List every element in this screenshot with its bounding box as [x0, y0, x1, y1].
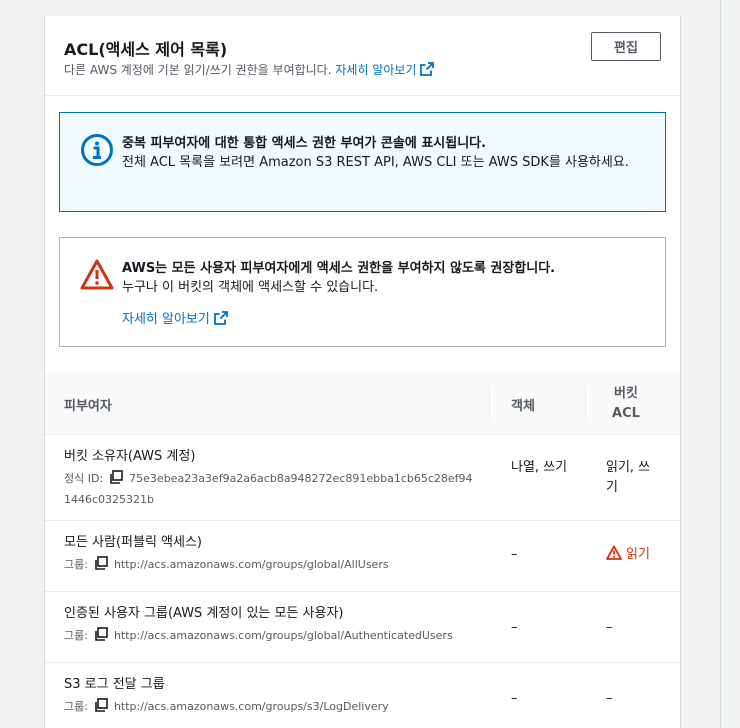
panel-header: ACL(액세스 제어 목록) 다른 AWS 계정에 기본 읽기/쓰기 권한을 부…: [45, 16, 680, 96]
subtitle-text: 다른 AWS 계정에 기본 읽기/쓰기 권한을 부여합니다.: [64, 63, 332, 77]
bucket-acl-label: 읽기: [626, 547, 650, 562]
column-divider: [585, 385, 586, 421]
copy-icon[interactable]: [109, 470, 123, 484]
info-alert: 중복 피부여자에 대한 통합 액세스 권한 부여가 콘솔에 표시됩니다. 전체 …: [59, 112, 666, 212]
warning-alert-title: AWS는 모든 사용자 피부여자에게 액세스 권한을 부여하지 않도록 권장합니…: [122, 261, 556, 276]
table-row: 버킷 소유자(AWS 계정) 정식 ID: 75e3ebea23a3ef9a2a6…: [45, 435, 680, 521]
bucket-acl-permission: –: [606, 691, 613, 706]
learn-more-label: 자세히 알아보기: [335, 63, 417, 77]
meta-label: 그룹:: [64, 700, 88, 713]
grantee-table: 피부여자 객체 버킷 ACL 버킷 소유자(AWS 계정) 정식 ID: 75e3…: [45, 371, 680, 728]
meta-label: 그룹:: [64, 558, 88, 571]
info-alert-body: 전체 ACL 목록을 보려면 Amazon S3 REST API, AWS C…: [122, 155, 629, 170]
warning-alert-body: 누구나 이 버킷의 객체에 액세스할 수 있습니다.: [122, 280, 379, 295]
warning-icon: [606, 545, 622, 560]
grantee-uri: 그룹: http://acs.amazonaws.com/groups/s3/Lo…: [64, 696, 389, 717]
warning-alert: AWS는 모든 사용자 피부여자에게 액세스 권한을 부여하지 않도록 권장합니…: [59, 237, 666, 347]
table-row: 인증된 사용자 그룹(AWS 계정이 있는 모든 사용자) 그룹: http://…: [45, 592, 680, 663]
table-row: 모든 사람(퍼블릭 액세스) 그룹: http://acs.amazonaws.c…: [45, 521, 680, 592]
meta-value: http://acs.amazonaws.com/groups/global/A…: [113, 558, 389, 571]
grantee-name: 버킷 소유자(AWS 계정): [64, 449, 196, 464]
table-header: 피부여자 객체 버킷 ACL: [45, 371, 680, 435]
info-alert-title: 중복 피부여자에 대한 통합 액세스 권한 부여가 콘솔에 표시됩니다.: [122, 136, 487, 151]
header-objects: 객체: [511, 399, 535, 414]
external-link-icon: [420, 62, 435, 76]
page-right-rail: [720, 0, 721, 728]
header-bucket-acl: 버킷 ACL: [612, 386, 640, 421]
copy-icon[interactable]: [94, 698, 108, 712]
bucket-acl-permission: –: [606, 620, 613, 635]
copy-icon[interactable]: [94, 627, 108, 641]
bucket-acl-permission: 읽기, 쓰기: [606, 460, 651, 495]
grantee-uri: 그룹: http://acs.amazonaws.com/groups/globa…: [64, 625, 453, 646]
grantee-name: 인증된 사용자 그룹(AWS 계정이 있는 모든 사용자): [64, 606, 344, 621]
table-row: S3 로그 전달 그룹 그룹: http://acs.amazonaws.com/…: [45, 663, 680, 728]
info-icon: [81, 134, 113, 166]
learn-more-link[interactable]: 자세히 알아보기: [335, 62, 435, 77]
column-divider: [489, 385, 490, 421]
copy-icon[interactable]: [94, 556, 108, 570]
meta-label: 그룹:: [64, 629, 88, 642]
grantee-uri: 그룹: http://acs.amazonaws.com/groups/globa…: [64, 554, 389, 575]
panel-title: ACL(액세스 제어 목록): [64, 40, 228, 59]
bucket-acl-permission: 읽기: [606, 545, 650, 565]
grantee-name: S3 로그 전달 그룹: [64, 677, 165, 692]
objects-permission: –: [511, 547, 518, 562]
header-grantee: 피부여자: [64, 399, 112, 414]
edit-button[interactable]: 편집: [591, 32, 661, 61]
acl-panel: ACL(액세스 제어 목록) 다른 AWS 계정에 기본 읽기/쓰기 권한을 부…: [44, 16, 681, 728]
grantee-id: 정식 ID: 75e3ebea23a3ef9a2a6acb8a948272ec89…: [64, 468, 474, 510]
objects-permission: –: [511, 620, 518, 635]
meta-value: 75e3ebea23a3ef9a2a6acb8a948272ec891ebba1…: [64, 472, 473, 506]
warning-learn-more-link[interactable]: 자세히 알아보기: [122, 308, 228, 327]
external-link-icon: [213, 311, 228, 325]
panel-subtitle: 다른 AWS 계정에 기본 읽기/쓰기 권한을 부여합니다. 자세히 알아보기: [64, 61, 435, 78]
meta-value: http://acs.amazonaws.com/groups/global/A…: [113, 629, 453, 642]
objects-permission: 나열, 쓰기: [511, 460, 568, 475]
meta-label: 정식 ID:: [64, 472, 104, 485]
warning-learn-more-label: 자세히 알아보기: [122, 312, 210, 327]
objects-permission: –: [511, 691, 518, 706]
grantee-name: 모든 사람(퍼블릭 액세스): [64, 535, 203, 550]
meta-value: http://acs.amazonaws.com/groups/s3/LogDe…: [113, 700, 389, 713]
warning-icon: [80, 259, 114, 290]
